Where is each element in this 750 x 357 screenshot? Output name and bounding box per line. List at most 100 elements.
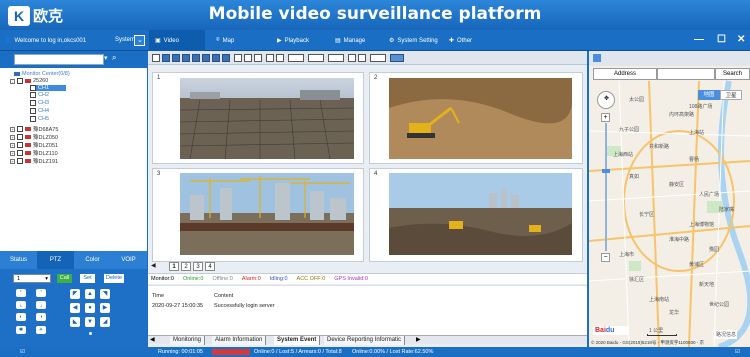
fullscreen-dropdown[interactable]: [328, 54, 344, 62]
record-icon[interactable]: [276, 54, 284, 62]
pan-up-icon[interactable]: ▲: [85, 289, 95, 299]
page-tab[interactable]: 1: [169, 262, 179, 271]
checkbox[interactable]: [30, 85, 36, 91]
checkbox[interactable]: [30, 100, 36, 106]
device-search-input[interactable]: [14, 54, 104, 65]
stop-all-icon[interactable]: [254, 54, 262, 62]
prev-page-icon[interactable]: [348, 54, 356, 62]
more-dropdown[interactable]: [370, 54, 386, 62]
checkbox[interactable]: [30, 116, 36, 122]
expand-icon[interactable]: +: [10, 142, 15, 148]
tab-playback[interactable]: ▶ Playback: [271, 30, 327, 51]
tab-other[interactable]: ✚ Other: [443, 30, 493, 51]
pan-up-right-icon[interactable]: ◥: [100, 289, 110, 299]
tree-vehicle[interactable]: + 豫DLZ110: [10, 149, 58, 157]
layout-1-icon[interactable]: [152, 54, 160, 62]
tab-status[interactable]: Status: [0, 251, 37, 269]
address-input[interactable]: [657, 68, 715, 80]
video-cell[interactable]: 3: [152, 168, 364, 262]
expand-icon[interactable]: +: [10, 126, 15, 132]
tab-monitoring[interactable]: Monitoring: [170, 336, 206, 345]
video-cell[interactable]: 2: [369, 72, 583, 164]
collapse-icon[interactable]: -: [10, 78, 15, 84]
tree-vehicle[interactable]: + 豫D68A75: [10, 125, 58, 133]
arrow-down-icon[interactable]: [244, 54, 252, 62]
page-tab[interactable]: 2: [181, 262, 191, 271]
layout-4-icon[interactable]: [162, 54, 170, 62]
page-tab[interactable]: 4: [205, 262, 215, 271]
wiper-icon[interactable]: ✱: [16, 326, 26, 334]
zoom-in-button[interactable]: +: [601, 113, 610, 122]
checkbox[interactable]: [17, 142, 23, 148]
tree-root[interactable]: Monitor Center(0/8): [14, 71, 70, 77]
tab-alarm-information[interactable]: Alarm Information: [212, 336, 267, 345]
layout-36-icon[interactable]: [222, 54, 230, 62]
map-type-satellite[interactable]: 卫星: [720, 90, 742, 100]
checkbox[interactable]: [17, 158, 23, 164]
checkbox[interactable]: [30, 92, 36, 98]
tab-voip[interactable]: VOIP: [110, 251, 147, 269]
checkbox[interactable]: [30, 108, 36, 114]
tree-channel[interactable]: CH3: [30, 100, 49, 106]
pan-right-icon[interactable]: ▶: [100, 303, 110, 313]
tree-vehicle[interactable]: + 豫DLZ191: [10, 157, 58, 165]
checkbox[interactable]: [17, 126, 23, 132]
maximize-button[interactable]: ☐: [717, 34, 726, 45]
zoom-out-button[interactable]: −: [601, 253, 610, 262]
page-prev-icon[interactable]: ◀: [151, 262, 156, 269]
tree-channel[interactable]: CH2: [30, 92, 49, 98]
pan-down-icon[interactable]: ▼: [85, 317, 95, 327]
tab-next-icon[interactable]: ▶: [416, 336, 421, 343]
arrow-up-icon[interactable]: [234, 54, 242, 62]
tree-vehicle[interactable]: + 豫DLZ050: [10, 133, 58, 141]
video-cell[interactable]: 1: [152, 72, 364, 164]
traffic-button[interactable]: 路况信息: [715, 330, 738, 339]
pan-left-icon[interactable]: ◀: [70, 303, 80, 313]
map-type-map[interactable]: 地图: [698, 90, 720, 100]
stream-dropdown[interactable]: [308, 54, 324, 62]
tab-video[interactable]: ▣ Video: [149, 30, 205, 51]
tab-prev-icon[interactable]: ◀: [150, 336, 155, 343]
map-pan-control[interactable]: ✥: [597, 91, 615, 109]
layout-25-icon[interactable]: [212, 54, 220, 62]
audio-dropdown[interactable]: [288, 54, 304, 62]
map-panel[interactable]: Address Search 地图 卫星 ✥ + − 太公园 108路广场 内环…: [589, 51, 750, 347]
tab-color[interactable]: Color: [74, 251, 111, 269]
video-cell[interactable]: 4: [369, 168, 583, 262]
iris-close-icon[interactable]: ◑: [36, 313, 46, 321]
dropdown-icon[interactable]: ▾: [104, 54, 108, 62]
checkbox[interactable]: [17, 78, 23, 84]
tree-channel[interactable]: CH5: [30, 116, 49, 122]
page-tab[interactable]: 3: [193, 262, 203, 271]
tab-ptz[interactable]: PTZ: [37, 251, 74, 269]
focus-near-icon[interactable]: ⌞: [16, 301, 26, 309]
light-icon[interactable]: ☀: [36, 326, 46, 334]
checkbox[interactable]: [17, 150, 23, 156]
call-button[interactable]: Call: [57, 274, 72, 283]
tab-device-reporting[interactable]: Device Reporting Informatic: [324, 336, 406, 345]
zoom-slider-handle[interactable]: [602, 169, 610, 173]
tree-vehicle[interactable]: + 豫DLZ051: [10, 141, 58, 149]
pan-stop-icon[interactable]: ●: [85, 303, 95, 313]
zoom-slider[interactable]: [605, 123, 607, 251]
settings-icon[interactable]: [390, 54, 404, 62]
tab-manage[interactable]: ▤ Manage: [329, 30, 385, 51]
tab-system-setting[interactable]: ⚙ System Setting: [383, 30, 441, 51]
tab-system-event[interactable]: System Event: [274, 336, 321, 345]
close-button[interactable]: ✕: [737, 34, 745, 45]
next-page-icon[interactable]: [358, 54, 366, 62]
focus-far-icon[interactable]: ⌟: [36, 301, 46, 309]
zoom-in-icon[interactable]: ⌜: [16, 289, 26, 297]
tree-channel[interactable]: CH1: [30, 85, 66, 91]
delete-button[interactable]: Delete: [104, 274, 124, 283]
minimize-button[interactable]: —: [694, 34, 704, 45]
set-button[interactable]: Set: [80, 274, 95, 283]
map-settings-icon[interactable]: [593, 54, 601, 62]
tab-map[interactable]: ⌾ Map: [210, 30, 266, 51]
layout-9-icon[interactable]: [192, 54, 200, 62]
search-icon[interactable]: ⌕: [112, 53, 116, 63]
iris-open-icon[interactable]: ◐: [16, 313, 26, 321]
expand-icon[interactable]: +: [10, 158, 15, 164]
expand-icon[interactable]: +: [10, 150, 15, 156]
system-dropdown[interactable]: ⌄: [134, 35, 145, 46]
